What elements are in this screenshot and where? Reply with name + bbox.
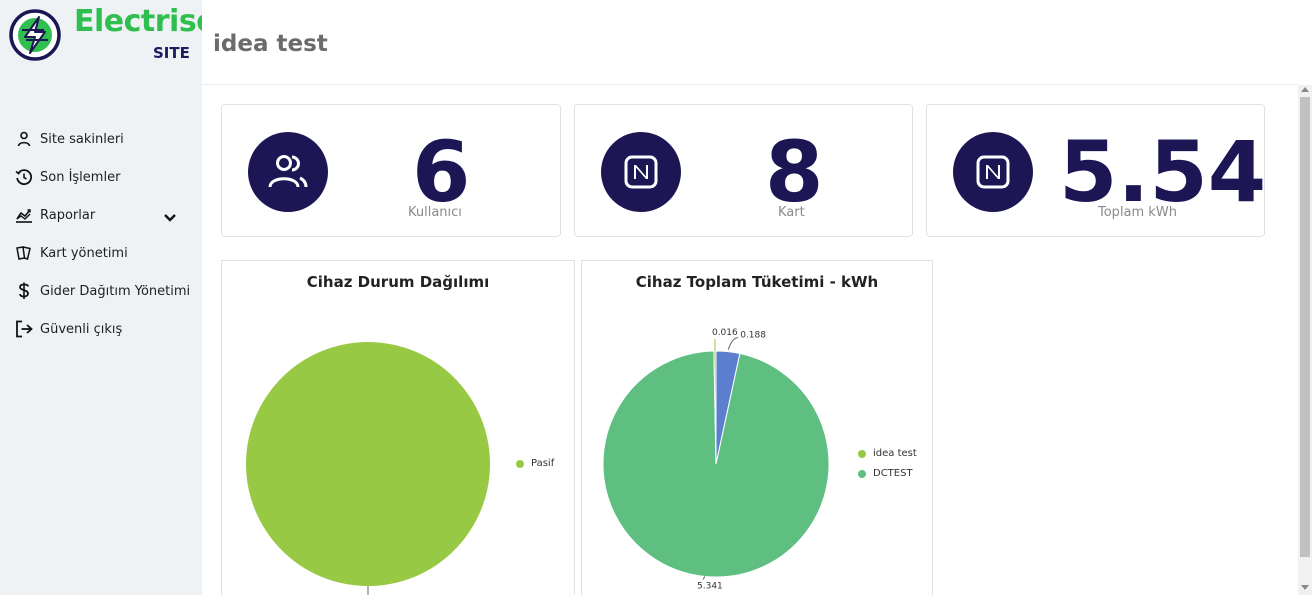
logout-icon bbox=[14, 319, 34, 339]
stat-card-cards: 8 Kart bbox=[574, 104, 913, 237]
stat-label: Kullanıcı bbox=[408, 205, 462, 220]
stat-value: 6 bbox=[412, 123, 471, 221]
history-icon bbox=[14, 167, 34, 187]
legend-dot bbox=[858, 469, 866, 478]
sidebar-item-raporlar[interactable]: Raporlar bbox=[0, 196, 202, 234]
nfc-icon bbox=[953, 132, 1033, 212]
dollar-icon bbox=[14, 281, 34, 301]
brand-sub: SITE bbox=[153, 44, 190, 62]
logo[interactable]: Electrise SITE bbox=[8, 4, 217, 66]
pie-slice[interactable] bbox=[246, 342, 490, 586]
data-label: 0.016 bbox=[712, 328, 738, 338]
scrollbar[interactable] bbox=[1298, 85, 1312, 595]
sidebar-item-site-sakinleri[interactable]: Site sakinleri bbox=[0, 120, 202, 158]
stat-label: Toplam kWh bbox=[1098, 205, 1177, 220]
data-label-line bbox=[702, 576, 706, 580]
legend-label: Pasif bbox=[531, 458, 555, 469]
sidebar-nav: Site sakinleri Son İşlemler Raporlar Kar… bbox=[0, 120, 202, 348]
scroll-up-icon[interactable] bbox=[1301, 87, 1309, 92]
cards-icon bbox=[14, 243, 34, 263]
scroll-down-icon[interactable] bbox=[1301, 585, 1309, 590]
legend-dot bbox=[858, 449, 866, 458]
nfc-icon bbox=[601, 132, 681, 212]
data-label: 5.341 bbox=[697, 581, 723, 591]
chart-device-consumption: Cihaz Toplam Tüketimi - kWh 0.188 5.341 0.… bbox=[581, 260, 933, 595]
sidebar-item-son-islemler[interactable]: Son İşlemler bbox=[0, 158, 202, 196]
scrollbar-thumb[interactable] bbox=[1300, 97, 1310, 557]
legend-item[interactable]: Pasif bbox=[516, 458, 554, 469]
users-icon bbox=[248, 132, 328, 212]
brand-name: Electrise bbox=[74, 4, 217, 39]
data-label: 0.188 bbox=[740, 331, 766, 341]
person-icon bbox=[14, 129, 34, 149]
sidebar-item-label: Raporlar bbox=[40, 207, 96, 223]
stat-card-total-kwh: 5.54 Toplam kWh bbox=[926, 104, 1267, 237]
sidebar-item-label: Güvenli çıkış bbox=[40, 321, 123, 337]
header: idea test bbox=[202, 0, 1298, 85]
sidebar-item-label: Site sakinleri bbox=[40, 131, 124, 147]
stat-value: 5.54 bbox=[1059, 123, 1267, 221]
sidebar-item-gider-dagitim[interactable]: Gider Dağıtım Yönetimi bbox=[0, 272, 202, 310]
stat-value: 8 bbox=[765, 123, 824, 221]
sidebar-item-label: Kart yönetimi bbox=[40, 245, 128, 261]
sidebar: Electrise SITE Site sakinleri Son İşleml… bbox=[0, 0, 217, 595]
lightning-bolt-icon bbox=[9, 9, 61, 61]
legend-label: idea test bbox=[873, 448, 917, 459]
stat-label: Kart bbox=[778, 205, 805, 220]
data-label-line bbox=[727, 337, 739, 350]
data-label-line bbox=[367, 586, 369, 595]
pie-chart bbox=[246, 342, 490, 595]
pie-chart: 0.188 5.341 0.016 bbox=[602, 328, 830, 591]
legend-item[interactable]: idea test bbox=[858, 448, 917, 459]
chart-icon bbox=[14, 205, 34, 225]
page-title: idea test bbox=[213, 31, 328, 57]
sidebar-item-label: Gider Dağıtım Yönetimi bbox=[40, 283, 191, 299]
app-window: Electrise SITE Site sakinleri Son İşleml… bbox=[0, 0, 1312, 595]
chevron-down-icon[interactable] bbox=[163, 208, 177, 227]
legend-label: DCTEST bbox=[873, 468, 913, 479]
sidebar-item-label: Son İşlemler bbox=[40, 169, 121, 185]
legend-item[interactable]: DCTEST bbox=[858, 468, 913, 479]
stat-card-users: 6 Kullanıcı bbox=[221, 104, 561, 237]
legend-dot bbox=[516, 459, 524, 468]
sidebar-item-guvenli-cikis[interactable]: Güvenli çıkış bbox=[0, 310, 202, 348]
chart-device-status: Cihaz Durum Dağılımı Pasif bbox=[221, 260, 575, 595]
sidebar-item-kart-yonetimi[interactable]: Kart yönetimi bbox=[0, 234, 202, 272]
